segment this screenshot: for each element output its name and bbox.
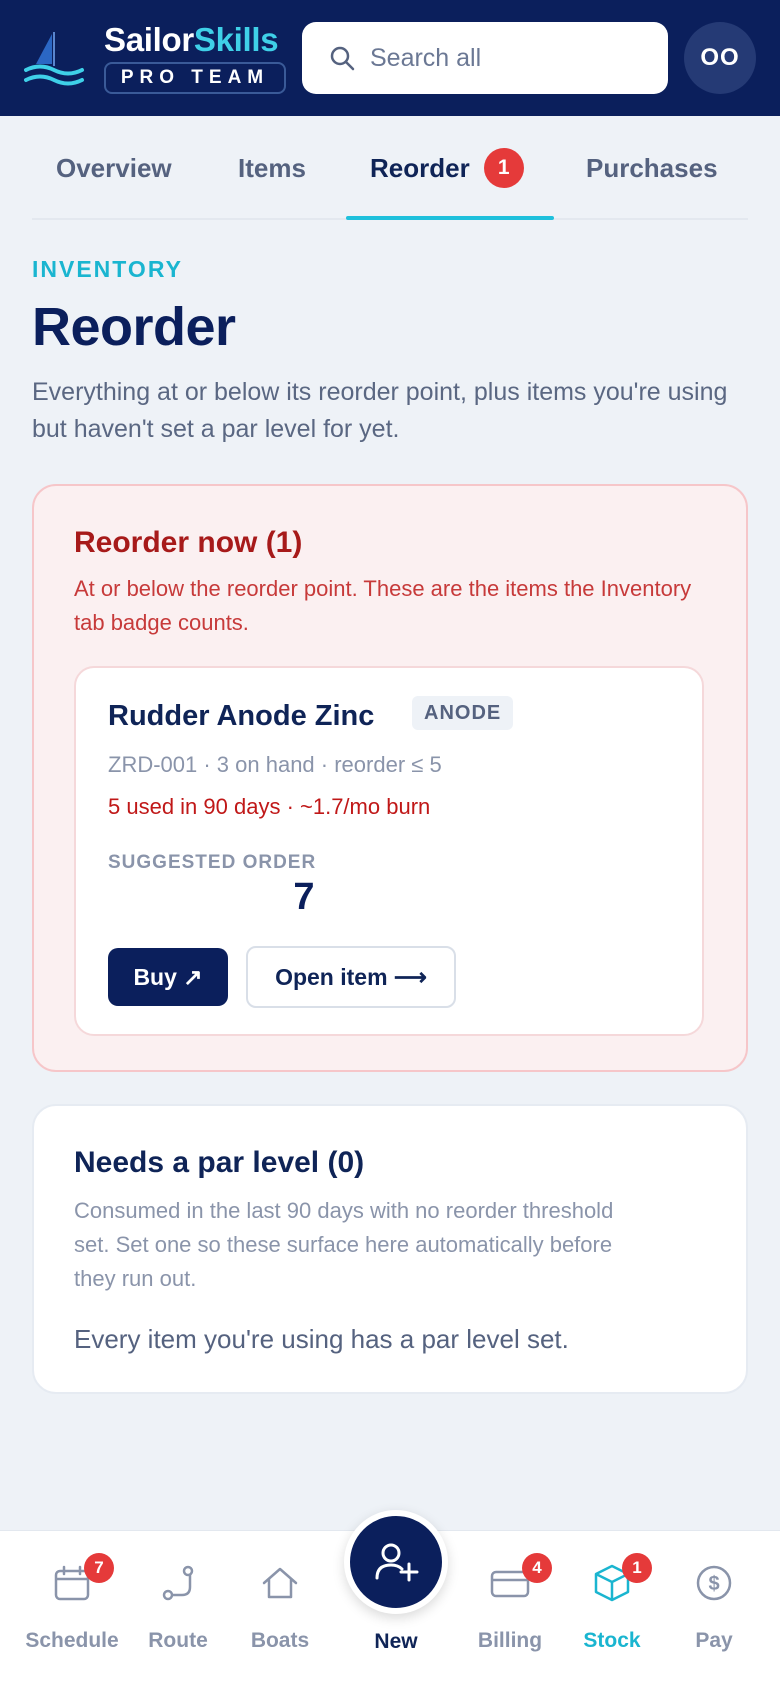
item-category-tag: ANODE [412, 696, 514, 730]
reorder-now-card: Reorder now (1) At or below the reorder … [32, 484, 748, 1072]
page-title: Reorder [32, 297, 236, 357]
nav-item-boats[interactable]: Boats [230, 1531, 330, 1688]
page-description: Everything at or below its reorder point… [32, 378, 728, 443]
brand-name: SailorSkills [104, 21, 279, 58]
add-user-icon [375, 1543, 419, 1582]
route-icon [162, 1565, 194, 1601]
item-name: Rudder Anode Zinc [108, 700, 375, 732]
par-level-empty-state: Every item you're using has a par level … [74, 1324, 569, 1354]
avatar[interactable]: OO [684, 22, 756, 94]
sailboat-logo-icon [24, 32, 84, 86]
reorder-now-title: Reorder now (1) [74, 526, 303, 559]
item-meta: ZRD-001 · 3 on hand · reorder ≤ 5 [108, 752, 442, 777]
nav-item-schedule[interactable]: 7 Schedule [22, 1531, 122, 1688]
nav-badge-billing: 4 [522, 1553, 552, 1583]
open-item-button[interactable]: Open item ⟶ [246, 946, 456, 1008]
reorder-now-description: At or below the reorder point. These are… [74, 576, 692, 635]
par-level-title: Needs a par level (0) [74, 1146, 365, 1179]
par-level-description: Consumed in the last 90 days with no reo… [74, 1198, 614, 1291]
nav-item-billing[interactable]: 4 Billing [460, 1531, 560, 1688]
par-level-card: Needs a par level (0) Consumed in the la… [32, 1104, 748, 1394]
brand-subtitle: PRO TEAM [104, 62, 286, 94]
suggested-order-value: 7 [293, 876, 315, 918]
nav-item-pay[interactable]: $ Pay [664, 1531, 764, 1688]
section-eyebrow: INVENTORY [32, 256, 183, 282]
tab-purchases[interactable]: Purchases [586, 116, 718, 220]
home-icon [262, 1567, 298, 1599]
search-input[interactable] [370, 43, 660, 73]
reorder-item-card: Rudder Anode Zinc ANODE ZRD-001 · 3 on h… [74, 666, 704, 1036]
tab-overview[interactable]: Overview [56, 116, 172, 220]
app-header: SailorSkills PRO TEAM OO [0, 0, 780, 116]
buy-button[interactable]: Buy ↗ [108, 948, 228, 1006]
item-usage: 5 used in 90 days · ~1.7/mo burn [108, 794, 431, 819]
svg-text:$: $ [708, 1573, 719, 1595]
tab-reorder[interactable]: Reorder 1 [370, 116, 524, 220]
nav-badge-schedule: 7 [84, 1553, 114, 1583]
nav-item-route[interactable]: Route [128, 1531, 228, 1688]
nav-badge-stock: 1 [622, 1553, 652, 1583]
dollar-icon: $ [696, 1565, 732, 1601]
brand-logo[interactable]: SailorSkills PRO TEAM [104, 20, 286, 94]
new-button-label: New [374, 1630, 418, 1653]
active-tab-indicator [346, 216, 554, 220]
suggested-order-label: SUGGESTED ORDER [108, 852, 317, 873]
search-box[interactable] [302, 22, 668, 94]
nav-item-stock[interactable]: 1 Stock [562, 1531, 662, 1688]
tab-items[interactable]: Items [238, 116, 306, 220]
tab-reorder-badge: 1 [483, 148, 524, 188]
search-icon [330, 46, 355, 71]
tab-bar: Overview Items Reorder 1 Purchases [32, 116, 748, 220]
new-button[interactable] [344, 1510, 448, 1614]
